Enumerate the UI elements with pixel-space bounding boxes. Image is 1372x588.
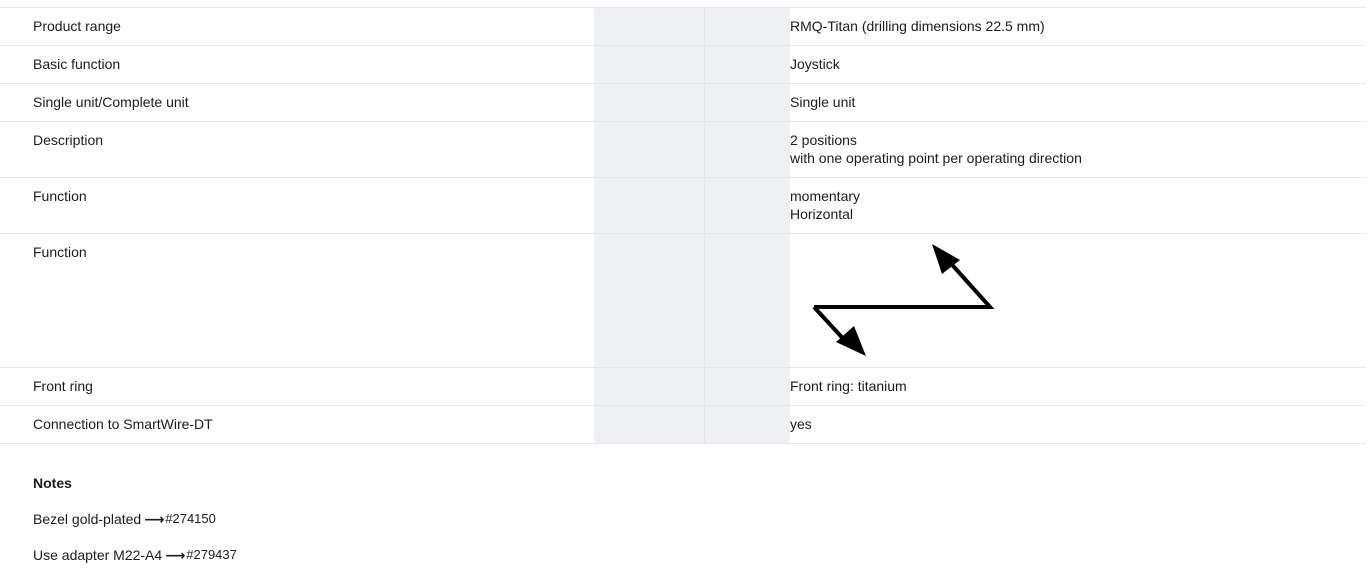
spacer-cell (704, 177, 790, 234)
table-row: Connection to SmartWire-DT yes (0, 405, 1366, 444)
notes-title: Notes (33, 475, 72, 491)
note-item: Use adapter M22-A4 ⟶ #279437 (33, 546, 1333, 564)
row-value: 2 positions with one operating point per… (790, 121, 1366, 178)
spacer-cell (704, 367, 790, 406)
spacer-cell (594, 121, 705, 178)
spacer-cell (704, 121, 790, 178)
row-value: RMQ-Titan (drilling dimensions 22.5 mm) (790, 7, 1366, 46)
row-value-text: yes (790, 416, 812, 432)
table-row: Basic function Joystick (0, 45, 1366, 84)
table-row: Product range RMQ-Titan (drilling dimens… (0, 7, 1366, 46)
spacer-cell (594, 83, 705, 122)
row-value-text: Joystick (790, 56, 840, 72)
row-value-text: Single unit (790, 94, 856, 110)
row-value-text: RMQ-Titan (drilling dimensions 22.5 mm) (790, 18, 1045, 34)
spacer-cell (594, 367, 705, 406)
table-row: Function (0, 233, 1366, 368)
row-label: Basic function (0, 45, 594, 84)
spacer-cell (704, 83, 790, 122)
note-text: Bezel gold-plated (33, 511, 142, 527)
spacer-cell (704, 7, 790, 46)
row-value-text: momentary (790, 188, 861, 204)
row-value-text: with one operating point per operating d… (790, 150, 1082, 166)
row-value: Joystick (790, 45, 1366, 84)
spacer-cell (594, 233, 705, 368)
row-value: Single unit (790, 83, 1366, 122)
row-label: Single unit/Complete unit (0, 83, 594, 122)
spacer-cell (594, 7, 705, 46)
row-value-text: 2 positions (790, 132, 857, 148)
row-label: Product range (0, 7, 594, 46)
row-value: Front ring: titanium (790, 367, 1366, 406)
spacer-cell (594, 177, 705, 234)
note-reference-link[interactable]: #279437 (186, 546, 237, 564)
row-value: momentary Horizontal (790, 177, 1366, 234)
row-value-text: Front ring: titanium (790, 378, 907, 394)
joystick-horizontal-arrows-icon (812, 244, 995, 356)
spacer-cell (594, 45, 705, 84)
spacer-cell (704, 45, 790, 84)
table-row: Description 2 positions with one operati… (0, 121, 1366, 178)
spec-table: Product range RMQ-Titan (drilling dimens… (0, 7, 1366, 444)
arrow-right-icon: ⟶ (165, 547, 186, 563)
row-label: Function (0, 177, 594, 234)
notes-section: Notes Bezel gold-plated ⟶ #274150 Use ad… (33, 474, 1333, 582)
spacer-cell (704, 233, 790, 368)
row-value: yes (790, 405, 1366, 444)
spacer-cell (704, 405, 790, 444)
row-value-text: Horizontal (790, 206, 854, 222)
table-row: Single unit/Complete unit Single unit (0, 83, 1366, 122)
row-label: Front ring (0, 367, 594, 406)
table-row: Front ring Front ring: titanium (0, 367, 1366, 406)
arrow-right-icon: ⟶ (144, 511, 165, 527)
row-label: Function (0, 233, 594, 368)
row-label: Description (0, 121, 594, 178)
note-item: Bezel gold-plated ⟶ #274150 (33, 510, 1333, 528)
note-text: Use adapter M22-A4 (33, 547, 163, 563)
row-label: Connection to SmartWire-DT (0, 405, 594, 444)
note-reference-link[interactable]: #274150 (165, 510, 216, 528)
row-value (790, 233, 1366, 368)
table-row: Function momentary Horizontal (0, 177, 1366, 234)
spacer-cell (594, 405, 705, 444)
